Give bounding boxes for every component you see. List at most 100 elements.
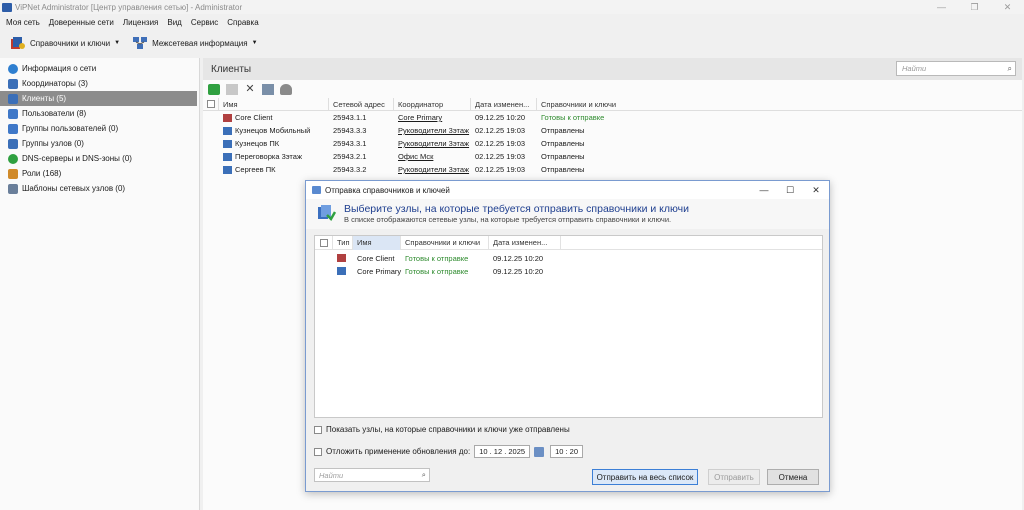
nodes-select-all-checkbox[interactable] — [315, 235, 333, 250]
defer-checkbox[interactable] — [314, 447, 322, 456]
dialog-titlebar: Отправка справочников и ключей — ☐ ✕ — [306, 181, 829, 199]
client-node-icon — [337, 253, 346, 262]
add-icon[interactable] — [208, 83, 220, 95]
column-header-keys[interactable]: Справочники и ключи — [537, 98, 657, 111]
list-toolbar: ✕ — [203, 80, 1022, 98]
menu-license[interactable]: Лицензия — [123, 18, 159, 27]
client-icon — [8, 93, 18, 104]
sidebar-item-network-info[interactable]: Информация о сети — [0, 61, 199, 76]
sidebar-item-user-groups[interactable]: Группы пользователей (0) — [0, 121, 199, 136]
sidebar-item-templates[interactable]: Шаблоны сетевых узлов (0) — [0, 181, 199, 196]
role-icon — [8, 168, 18, 179]
send-all-button[interactable]: Отправить на весь список — [592, 469, 698, 485]
sidebar-item-coordinators[interactable]: Координаторы (3) — [0, 76, 199, 91]
internet-info-dropdown-button[interactable]: Межсетевая информация ▼ — [132, 36, 258, 50]
send-keys-dialog: Отправка справочников и ключей — ☐ ✕ Выб… — [305, 180, 830, 492]
dialog-maximize-button[interactable]: ☐ — [777, 181, 803, 199]
coordinator-node-icon — [337, 266, 346, 275]
client-node-icon — [223, 140, 232, 148]
cancel-button[interactable]: Отмена — [767, 469, 819, 485]
calendar-icon[interactable] — [534, 446, 545, 457]
delete-icon[interactable]: ✕ — [244, 83, 256, 95]
list-item[interactable]: Core Client Готовы к отправке 09.12.25 1… — [315, 252, 822, 265]
column-header-type[interactable]: Тип — [333, 235, 353, 250]
dialog-app-icon — [312, 186, 321, 194]
panel-header: Клиенты Найти ⌕ — [203, 58, 1022, 80]
close-button[interactable]: ✕ — [991, 0, 1024, 14]
sidebar-item-dns[interactable]: DNS-серверы и DNS-зоны (0) — [0, 151, 199, 166]
defer-time-field[interactable]: 10 : 20 — [550, 445, 584, 458]
table-row[interactable]: Кузнецов Мобильный 25943.3.3 Руководител… — [203, 124, 1022, 137]
coordinator-icon — [8, 78, 18, 89]
client-node-icon — [223, 166, 232, 174]
table-row[interactable]: Переговорка 3этаж 25943.2.1 Офис Мск 02.… — [203, 150, 1022, 163]
column-header-name[interactable]: Имя — [353, 235, 401, 250]
column-header-date[interactable]: Дата изменен... — [471, 97, 537, 111]
wizard-icon — [316, 203, 337, 223]
keys-dropdown-label: Справочники и ключи — [30, 38, 111, 48]
sidebar-item-clients[interactable]: Клиенты (5) — [0, 91, 197, 106]
send-button[interactable]: Отправить — [708, 469, 760, 485]
column-header-date[interactable]: Дата изменен... — [489, 235, 561, 250]
dialog-heading: Выберите узлы, на которые требуется отпр… — [344, 203, 689, 215]
menu-my-network[interactable]: Моя сеть — [6, 18, 40, 27]
show-sent-checkbox[interactable] — [314, 425, 322, 434]
client-node-icon — [223, 114, 232, 122]
sidebar-item-node-groups[interactable]: Группы узлов (0) — [0, 136, 199, 151]
show-sent-option[interactable]: Показать узлы, на которые справочники и … — [314, 425, 570, 434]
column-header-coordinator[interactable]: Координатор — [394, 97, 471, 111]
globe-icon — [8, 153, 18, 164]
keys-dropdown-button[interactable]: Справочники и ключи ▼ — [10, 36, 120, 50]
column-header-name[interactable]: Имя — [219, 97, 329, 111]
window-controls: — ❐ ✕ — [925, 0, 1024, 14]
info-icon — [8, 63, 18, 74]
main-toolbar: Справочники и ключи ▼ Межсетевая информа… — [0, 30, 1024, 56]
node-group-icon — [8, 138, 18, 149]
menu-trusted-networks[interactable]: Доверенные сети — [49, 18, 114, 27]
search-icon[interactable]: ⌕ — [422, 470, 426, 480]
dialog-banner: Выберите узлы, на которые требуется отпр… — [306, 199, 829, 229]
defer-label: Отложить применение обновления до: — [326, 447, 471, 456]
app-icon — [2, 2, 12, 12]
defer-option: Отложить применение обновления до: 10 . … — [314, 445, 584, 458]
menu-help[interactable]: Справка — [227, 18, 258, 27]
main-search-input[interactable]: Найти ⌕ — [896, 61, 1016, 76]
user-group-icon — [8, 123, 18, 134]
dialog-window-controls: — ☐ ✕ — [751, 181, 829, 199]
filter-icon[interactable] — [262, 83, 274, 95]
chevron-down-icon: ▼ — [251, 40, 258, 46]
search-icon[interactable]: ⌕ — [1008, 64, 1012, 74]
menu-view[interactable]: Вид — [167, 18, 181, 27]
internet-info-label: Межсетевая информация — [152, 38, 248, 48]
user-icon — [8, 108, 18, 119]
dialog-title: Отправка справочников и ключей — [325, 185, 450, 195]
table-row[interactable]: Сергеев ПК 25943.3.2 Руководители 3этаж … — [203, 163, 1022, 176]
window-title: ViPNet Administrator [Центр управления с… — [15, 2, 243, 12]
nodes-list: Тип Имя Справочники и ключи Дата изменен… — [314, 235, 823, 418]
dialog-search-input[interactable]: Найти ⌕ — [314, 468, 430, 482]
clients-table-body: Core Client 25943.1.1 Core Primary 09.12… — [203, 111, 1022, 176]
keys-book-icon — [10, 36, 26, 50]
menu-bar: Моя сеть Доверенные сети Лицензия Вид Се… — [0, 15, 268, 29]
minimize-button[interactable]: — — [925, 0, 958, 14]
list-item[interactable]: Core Primary Готовы к отправке 09.12.25 … — [315, 265, 822, 278]
dialog-subheading: В списке отображаются сетевые узлы, на к… — [344, 215, 672, 224]
properties-icon[interactable] — [226, 83, 238, 95]
user-settings-icon[interactable] — [280, 83, 292, 95]
client-node-icon — [223, 127, 232, 135]
defer-date-field[interactable]: 10 . 12 . 2025 — [474, 445, 531, 458]
table-row[interactable]: Core Client 25943.1.1 Core Primary 09.12… — [203, 111, 1022, 124]
table-row[interactable]: Кузнецов ПК 25943.3.1 Руководители 3этаж… — [203, 137, 1022, 150]
dialog-minimize-button[interactable]: — — [751, 181, 777, 199]
maximize-button[interactable]: ❐ — [958, 0, 991, 14]
menu-service[interactable]: Сервис — [191, 18, 218, 27]
dialog-close-button[interactable]: ✕ — [803, 181, 829, 199]
column-header-address[interactable]: Сетевой адрес — [329, 97, 394, 111]
select-all-checkbox[interactable] — [203, 97, 219, 111]
panel-title: Клиенты — [211, 63, 252, 75]
table-header: Имя Сетевой адрес Координатор Дата измен… — [203, 97, 1022, 111]
column-header-keys[interactable]: Справочники и ключи — [401, 235, 489, 250]
show-sent-label: Показать узлы, на которые справочники и … — [326, 425, 570, 434]
sidebar-item-roles[interactable]: Роли (168) — [0, 166, 199, 181]
sidebar-item-users[interactable]: Пользователи (8) — [0, 106, 199, 121]
